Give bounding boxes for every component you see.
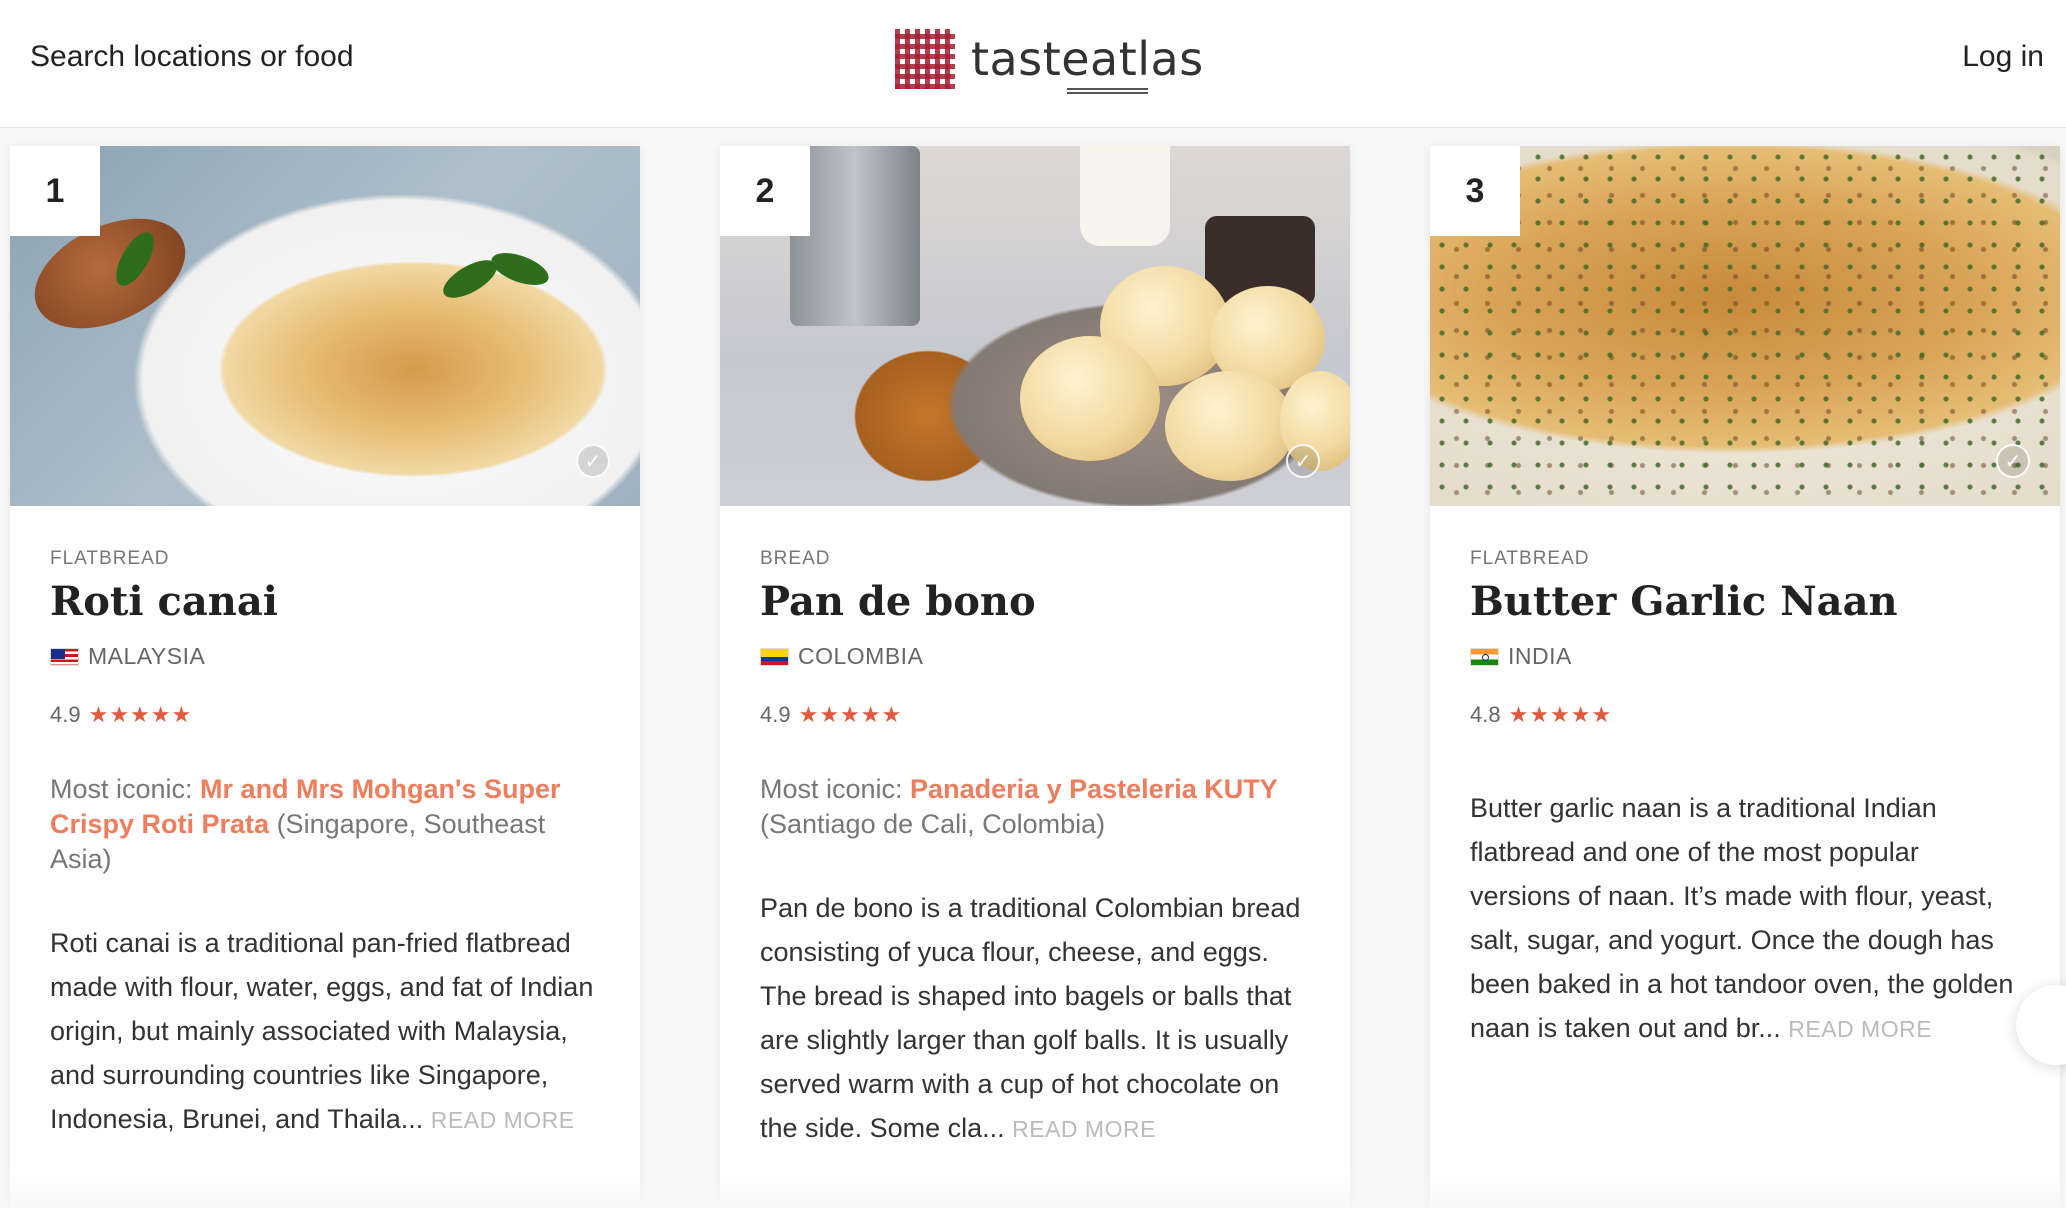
rank-badge: 2 bbox=[720, 146, 810, 236]
dish-card-roti-canai: 1 ✓ FLATBREAD Roti canai MALAYSIA 4.9 ★★… bbox=[10, 146, 640, 1208]
country-label: COLOMBIA bbox=[798, 643, 924, 669]
iconic-prefix: Most iconic: bbox=[760, 774, 911, 804]
read-more-link[interactable]: READ MORE bbox=[1012, 1116, 1156, 1142]
iconic-prefix: Most iconic: bbox=[50, 774, 201, 804]
iconic-restaurant-link[interactable]: Panaderia y Pasteleria KUTY bbox=[910, 774, 1278, 804]
logo-text: tasteatlas bbox=[971, 32, 1204, 94]
dish-description: Roti canai is a traditional pan-fried fl… bbox=[50, 921, 600, 1142]
card-body: FLATBREAD Butter Garlic Naan INDIA 4.8 ★… bbox=[1430, 506, 2060, 1051]
dish-rating: 4.8 ★★★★★ bbox=[1470, 702, 2020, 728]
description-text: Roti canai is a traditional pan-fried fl… bbox=[50, 928, 594, 1134]
star-icon: ★★★★★ bbox=[88, 702, 193, 727]
rating-value: 4.9 bbox=[760, 702, 791, 727]
dish-name-link[interactable]: Butter Garlic Naan bbox=[1470, 578, 2020, 625]
cup-decoration bbox=[1080, 146, 1170, 246]
description-text: Pan de bono is a traditional Colombian b… bbox=[760, 893, 1301, 1143]
dish-category: FLATBREAD bbox=[1470, 548, 1590, 569]
country-label: MALAYSIA bbox=[88, 643, 206, 669]
dish-category: FLATBREAD bbox=[50, 548, 170, 569]
read-more-link[interactable]: READ MORE bbox=[431, 1107, 575, 1133]
search-button[interactable]: Search locations or food bbox=[30, 40, 354, 74]
top-header: Search locations or food tasteatlas Log … bbox=[0, 0, 2066, 128]
dish-image[interactable]: 3 ✓ bbox=[1430, 146, 2060, 506]
dish-image[interactable]: 2 ✓ bbox=[720, 146, 1350, 506]
checkered-tablecloth-icon bbox=[895, 29, 955, 89]
leaf-decoration bbox=[487, 246, 553, 292]
dish-category: BREAD bbox=[760, 548, 831, 569]
colombia-flag-icon bbox=[760, 647, 789, 666]
dish-rating: 4.9 ★★★★★ bbox=[50, 702, 600, 728]
rating-value: 4.8 bbox=[1470, 702, 1501, 727]
rank-badge: 1 bbox=[10, 146, 100, 236]
check-circle-icon[interactable]: ✓ bbox=[576, 444, 610, 478]
rank-badge: 3 bbox=[1430, 146, 1520, 236]
dish-country[interactable]: INDIA bbox=[1470, 643, 2020, 670]
login-button[interactable]: Log in bbox=[1962, 40, 2044, 74]
dish-card-pan-de-bono: 2 ✓ BREAD Pan de bono COLOMBIA 4.9 ★★★★★… bbox=[720, 146, 1350, 1208]
dish-country[interactable]: MALAYSIA bbox=[50, 643, 600, 670]
star-icon: ★★★★★ bbox=[1508, 702, 1613, 727]
most-iconic: Most iconic: Panaderia y Pasteleria KUTY… bbox=[760, 772, 1310, 842]
card-body: FLATBREAD Roti canai MALAYSIA 4.9 ★★★★★ … bbox=[10, 506, 640, 1142]
dish-name-link[interactable]: Roti canai bbox=[50, 578, 600, 625]
most-iconic: Most iconic: Mr and Mrs Mohgan's Super C… bbox=[50, 772, 600, 877]
site-logo[interactable]: tasteatlas bbox=[895, 28, 1204, 94]
dish-rating: 4.9 ★★★★★ bbox=[760, 702, 1310, 728]
rating-value: 4.9 bbox=[50, 702, 81, 727]
dish-image[interactable]: 1 ✓ bbox=[10, 146, 640, 506]
dish-name-link[interactable]: Pan de bono bbox=[760, 578, 1310, 625]
dish-description: Pan de bono is a traditional Colombian b… bbox=[760, 886, 1310, 1151]
dish-description: Butter garlic naan is a traditional Indi… bbox=[1470, 786, 2020, 1051]
read-more-link[interactable]: READ MORE bbox=[1788, 1016, 1932, 1042]
description-text: Butter garlic naan is a traditional Indi… bbox=[1470, 793, 2014, 1043]
herb-texture bbox=[1430, 146, 2060, 506]
india-flag-icon bbox=[1470, 647, 1499, 666]
dish-country[interactable]: COLOMBIA bbox=[760, 643, 1310, 670]
bread-ball bbox=[1020, 336, 1160, 461]
malaysia-flag-icon bbox=[50, 647, 79, 666]
check-circle-icon[interactable]: ✓ bbox=[1996, 444, 2030, 478]
card-body: BREAD Pan de bono COLOMBIA 4.9 ★★★★★ Mos… bbox=[720, 506, 1350, 1151]
leaf-decoration bbox=[437, 252, 503, 306]
country-label: INDIA bbox=[1508, 643, 1572, 669]
bread-ball bbox=[1165, 371, 1295, 481]
dish-card-butter-garlic-naan: 3 ✓ FLATBREAD Butter Garlic Naan INDIA 4… bbox=[1430, 146, 2060, 1208]
star-icon: ★★★★★ bbox=[798, 702, 903, 727]
iconic-location: (Santiago de Cali, Colombia) bbox=[760, 809, 1106, 839]
check-circle-icon[interactable]: ✓ bbox=[1286, 444, 1320, 478]
